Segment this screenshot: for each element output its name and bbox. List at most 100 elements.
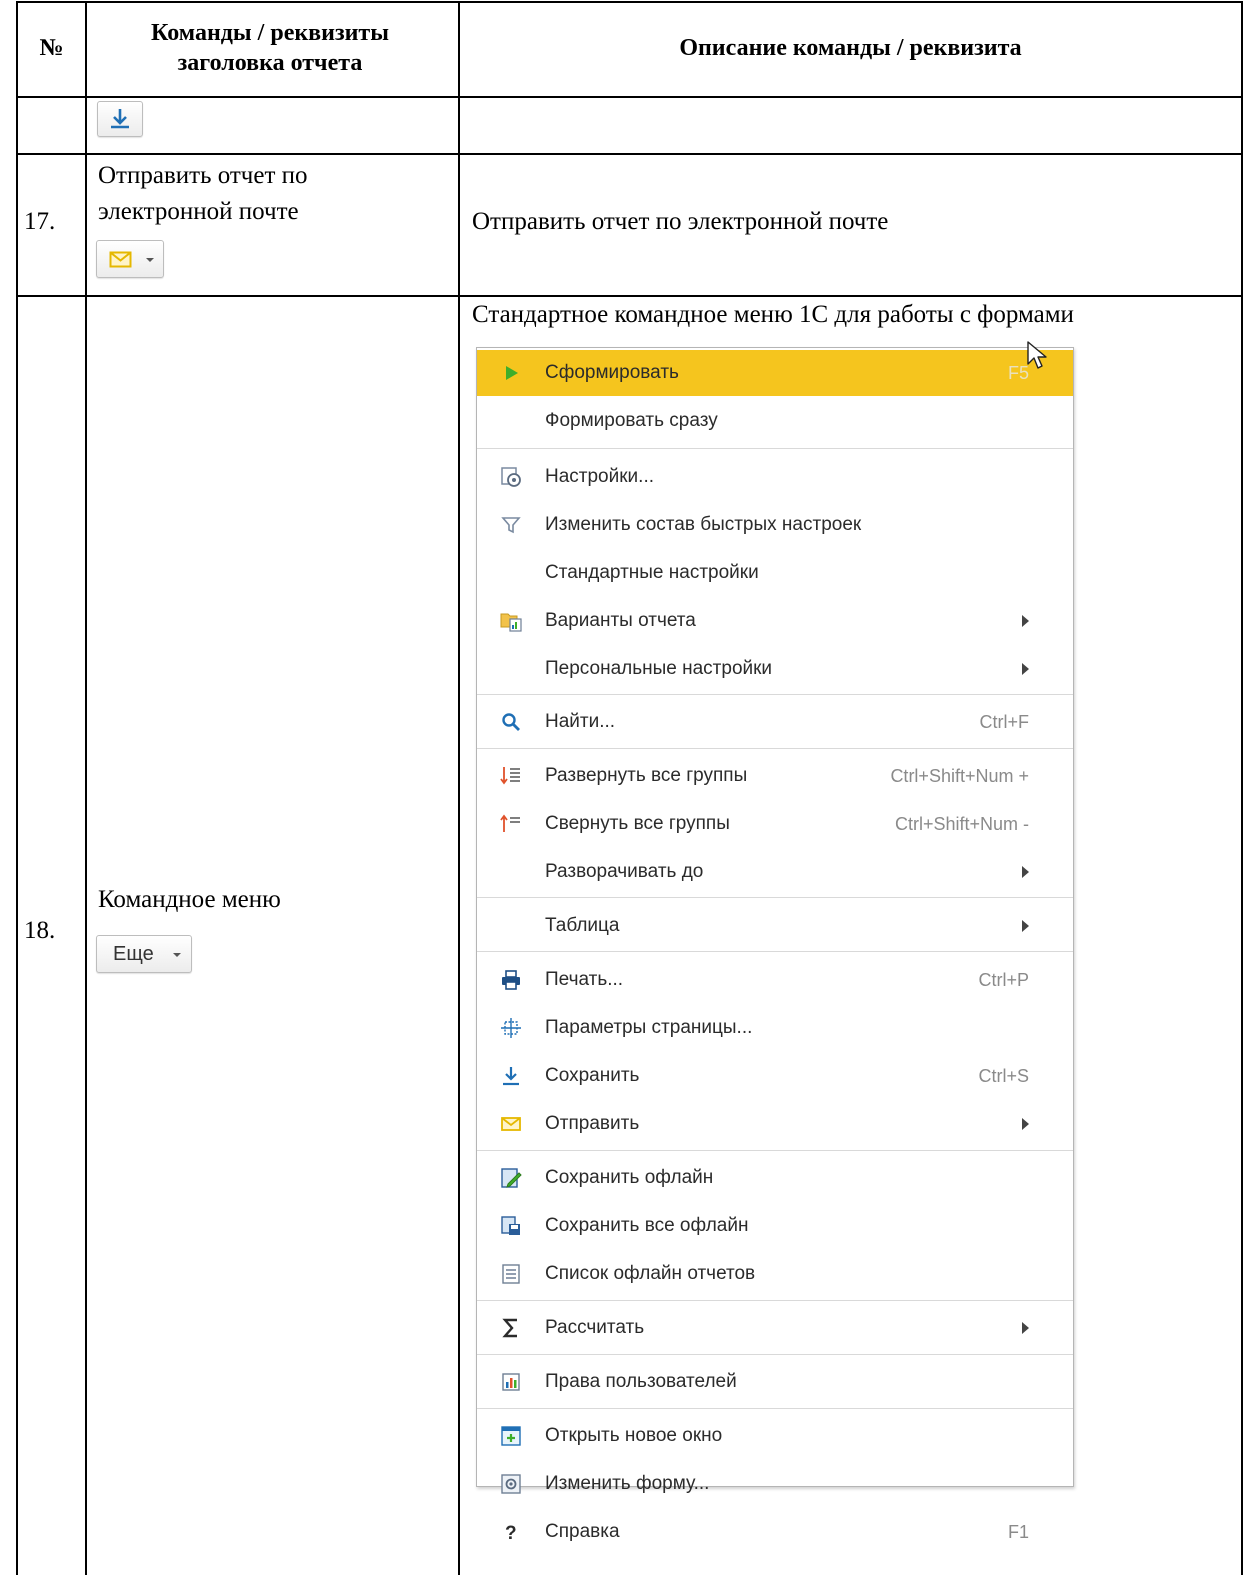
menu-item-standard-settings[interactable]: Стандартные настройки [477,550,1073,596]
menu-item-generate-immediately[interactable]: Формировать сразу [477,398,1073,444]
filter-icon [501,517,521,534]
menu-item-shortcut: Ctrl+S [978,1066,1029,1086]
submenu-arrow-icon [1022,866,1029,878]
command-menu: Сформировать F5 Формировать сразу Настро… [476,347,1074,1544]
submenu-arrow-icon [1022,1118,1029,1130]
menu-item-print[interactable]: Печать... Ctrl+P [477,957,1073,1003]
menu-item-send[interactable]: Отправить [477,1101,1073,1147]
header-num: № [39,35,64,61]
report-variants-icon [500,613,522,632]
menu-item-shortcut: Ctrl+Shift+Num - [894,814,1029,834]
menu-item-table[interactable]: Таблица [477,903,1073,949]
header-commands: Команды / реквизиты заголовка отчета [151,20,389,76]
menu-item-save[interactable]: Сохранить Ctrl+S [477,1053,1073,1099]
user-rights-icon [502,1373,520,1391]
submenu-arrow-icon [1022,663,1029,675]
menu-separator [477,694,1073,695]
menu-item-generate[interactable]: Сформировать F5 [477,350,1073,396]
collapse-groups-icon [500,814,520,832]
row-number: 18. [24,917,56,944]
table-border [1241,1,1243,1575]
envelope-icon [109,251,132,268]
menu-item-shortcut: Ctrl+Shift+Num + [890,766,1029,786]
menu-item-label: Свернуть все группы [545,813,730,834]
submenu-arrow-icon [1022,615,1029,627]
menu-item-personal-settings[interactable]: Персональные настройки [477,646,1073,692]
menu-item-help[interactable]: ? Справка F1 [477,1509,1073,1555]
table-border [16,1,18,1575]
menu-item-label: Сохранить офлайн [545,1167,714,1188]
menu-item-offline-reports-list[interactable]: Список офлайн отчетов [477,1251,1073,1297]
menu-item-label: Печать... [545,969,624,990]
menu-separator [477,951,1073,952]
change-form-icon [501,1474,521,1494]
menu-item-settings[interactable]: Настройки... [477,454,1073,500]
print-icon [502,970,520,990]
menu-item-label: Права пользователей [545,1371,737,1392]
play-icon [506,366,518,380]
menu-item-save-all-offline[interactable]: Сохранить все офлайн [477,1203,1073,1249]
menu-item-label: Сохранить [545,1065,640,1086]
submenu-arrow-icon [1022,920,1029,932]
menu-item-label: Таблица [545,915,620,936]
row-description: Стандартное командное меню 1С для работы… [472,301,1074,328]
menu-item-calculate[interactable]: Рассчитать [477,1305,1073,1351]
save-icon [111,109,129,129]
menu-item-change-form[interactable]: Изменить форму... [477,1461,1073,1507]
menu-item-label: Формировать сразу [545,410,718,431]
menu-item-page-setup[interactable]: Параметры страницы... [477,1005,1073,1051]
menu-item-label: Параметры страницы... [545,1017,753,1038]
mouse-cursor-icon [1027,341,1047,369]
menu-item-shortcut: Ctrl+P [978,970,1029,990]
save-offline-icon [501,1168,522,1188]
help-icon: ? [505,1523,517,1544]
menu-item-label: Сохранить все офлайн [545,1215,749,1236]
menu-item-label: Список офлайн отчетов [545,1263,756,1284]
svg-text:?: ? [505,1523,517,1544]
chevron-down-icon [173,953,181,957]
menu-item-expand-to[interactable]: Разворачивать до [477,849,1073,895]
menu-separator [477,448,1073,449]
menu-item-collapse-all[interactable]: Свернуть все группы Ctrl+Shift+Num - [477,801,1073,847]
page-setup-icon [501,1018,521,1038]
menu-item-label: Развернуть все группы [545,765,748,786]
menu-item-expand-all[interactable]: Развернуть все группы Ctrl+Shift+Num + [477,753,1073,799]
menu-item-user-rights[interactable]: Права пользователей [477,1359,1073,1405]
save-button[interactable] [97,101,143,137]
save-all-offline-icon [501,1216,520,1235]
row-command: Отправить отчет по электронной почте [98,162,308,225]
menu-item-label: Настройки... [545,466,654,487]
search-icon [502,713,520,731]
menu-item-label: Варианты отчета [545,610,696,631]
menu-item-report-variants[interactable]: Варианты отчета [477,598,1073,644]
menu-item-label: Сформировать [545,362,679,383]
sigma-icon [502,1318,517,1338]
table-border [85,1,87,1575]
menu-item-label: Стандартные настройки [545,562,759,583]
menu-item-label: Открыть новое окно [545,1425,723,1446]
menu-item-open-new-window[interactable]: Открыть новое окно [477,1413,1073,1459]
more-button[interactable]: Еще [96,935,192,973]
expand-groups-icon [500,767,520,785]
row-number: 17. [24,208,56,235]
new-window-icon [501,1426,521,1446]
menu-separator [477,1408,1073,1409]
settings-icon [501,467,521,487]
menu-item-label: Изменить состав быстрых настроек [545,514,862,535]
chevron-down-icon [146,258,154,262]
more-button-label: Еще [113,943,154,965]
table-border [16,1,1243,3]
header-description: Описание команды / реквизита [679,35,1022,61]
menu-item-label: Разворачивать до [545,861,704,882]
menu-item-label: Рассчитать [545,1317,645,1338]
menu-separator [477,897,1073,898]
send-email-button[interactable] [96,240,164,278]
menu-item-label: Изменить форму... [545,1473,710,1494]
menu-item-save-offline[interactable]: Сохранить офлайн [477,1155,1073,1201]
menu-item-shortcut: Ctrl+F [979,712,1030,732]
menu-item-shortcut: F1 [1007,1522,1029,1542]
save-icon [503,1067,519,1086]
menu-item-find[interactable]: Найти... Ctrl+F [477,699,1073,745]
menu-separator [477,748,1073,749]
menu-item-quick-settings[interactable]: Изменить состав быстрых настроек [477,502,1073,548]
